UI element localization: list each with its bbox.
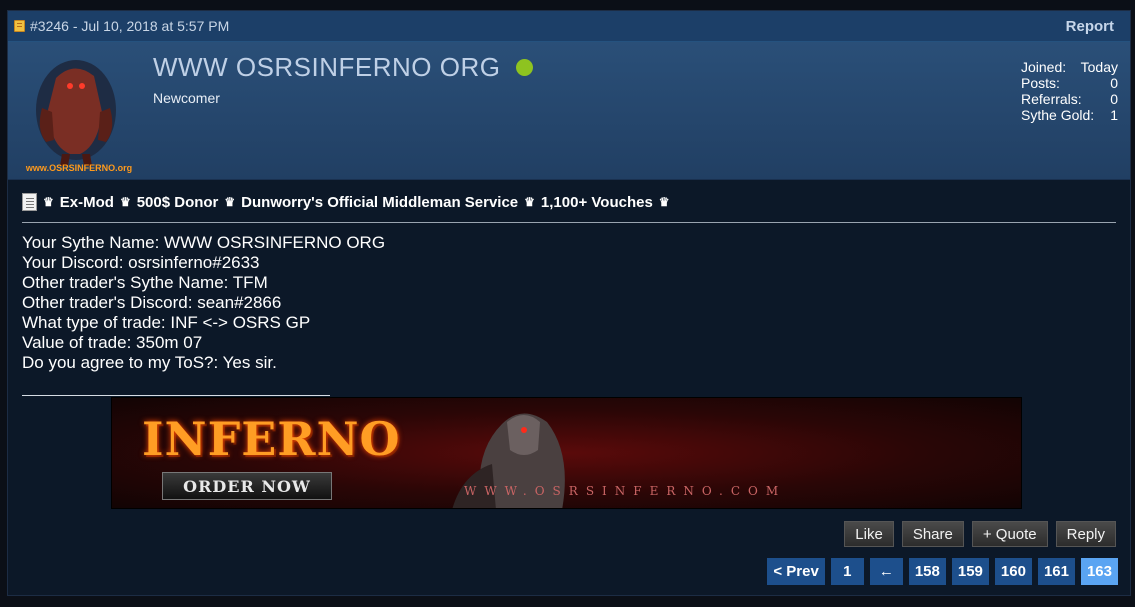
online-status-icon xyxy=(516,59,534,76)
inferno-banner[interactable]: INFERNO ORDER NOW WWW.OSRSINFERNO.COM xyxy=(111,397,1022,509)
page-first[interactable]: 1 xyxy=(830,558,864,585)
content-line: Other trader's Discord: sean#2866 xyxy=(22,293,282,312)
post-header: #3246 - Jul 10, 2018 at 5:57 PM Report xyxy=(8,11,1130,42)
page-160[interactable]: 160 xyxy=(994,558,1032,585)
post-body: ♛ Ex-Mod ♛ 500$ Donor ♛ Dunworry's Offic… xyxy=(8,181,1130,595)
forum-post: #3246 - Jul 10, 2018 at 5:57 PM Report w… xyxy=(7,10,1131,596)
quote-button[interactable]: + Quote xyxy=(971,521,1048,547)
crown-icon: ♛ xyxy=(524,195,535,209)
signature-line: ♛ Ex-Mod ♛ 500$ Donor ♛ Dunworry's Offic… xyxy=(22,193,670,211)
reply-button[interactable]: Reply xyxy=(1055,521,1116,547)
signature-item: 500$ Donor xyxy=(136,193,219,211)
like-button[interactable]: Like xyxy=(844,521,894,547)
pagination: < Prev 1 ← 158 159 160 161 163 xyxy=(767,558,1118,585)
avatar[interactable]: www.OSRSINFERNO.org xyxy=(16,50,142,174)
stat-joined: Joined: Today xyxy=(1021,59,1118,75)
page-current[interactable]: 163 xyxy=(1080,558,1118,585)
report-link[interactable]: Report xyxy=(1066,18,1114,35)
order-now-button[interactable]: ORDER NOW xyxy=(162,472,332,500)
signature-item: Dunworry's Official Middleman Service xyxy=(241,193,519,211)
stat-sythe-gold: Sythe Gold: 1 xyxy=(1021,107,1118,123)
user-info-bar: www.OSRSINFERNO.org WWW OSRSINFERNO ORG … xyxy=(8,42,1130,180)
user-title: Newcomer xyxy=(153,90,220,106)
post-actions: Like Share + Quote Reply xyxy=(844,521,1116,547)
signature-divider xyxy=(22,395,330,396)
content-line: Value of trade: 350m 07 xyxy=(22,333,203,352)
page-jump-arrow-icon[interactable]: ← xyxy=(869,558,903,585)
page-161[interactable]: 161 xyxy=(1037,558,1075,585)
user-stats: Joined: Today Posts: 0 Referrals: 0 Syth… xyxy=(1021,59,1118,123)
content-line: Your Sythe Name: WWW OSRSINFERNO ORG xyxy=(22,233,386,252)
stat-posts: Posts: 0 xyxy=(1021,75,1118,91)
signature-item: Ex-Mod xyxy=(59,193,114,211)
post-meta[interactable]: #3246 - Jul 10, 2018 at 5:57 PM xyxy=(30,18,229,34)
username[interactable]: WWW OSRSINFERNO ORG xyxy=(153,52,500,83)
content-line: What type of trade: INF <-> OSRS GP xyxy=(22,313,311,332)
banner-url: WWW.OSRSINFERNO.COM xyxy=(464,484,787,498)
divider xyxy=(22,222,1116,223)
post-content: Your Sythe Name: WWW OSRSINFERNO ORG You… xyxy=(22,233,385,373)
share-button[interactable]: Share xyxy=(901,521,964,547)
crown-icon: ♛ xyxy=(43,195,54,209)
crown-icon: ♛ xyxy=(119,195,131,209)
banner-title: INFERNO xyxy=(142,412,401,466)
signature-item: 1,100+ Vouches xyxy=(540,193,653,211)
crown-icon: ♛ xyxy=(224,195,236,209)
content-line: Do you agree to my ToS?: Yes sir. xyxy=(22,353,277,372)
avatar-caption: www.OSRSINFERNO.org xyxy=(25,163,132,173)
stat-referrals: Referrals: 0 xyxy=(1021,91,1118,107)
prev-page-button[interactable]: < Prev xyxy=(767,558,825,585)
page-159[interactable]: 159 xyxy=(951,558,989,585)
content-line: Other trader's Sythe Name: TFM xyxy=(22,273,268,292)
crown-icon: ♛ xyxy=(658,195,670,209)
document-icon[interactable] xyxy=(22,193,37,211)
content-line: Your Discord: osrsinferno#2633 xyxy=(22,253,260,272)
page-158[interactable]: 158 xyxy=(908,558,946,585)
new-post-icon xyxy=(14,20,25,32)
